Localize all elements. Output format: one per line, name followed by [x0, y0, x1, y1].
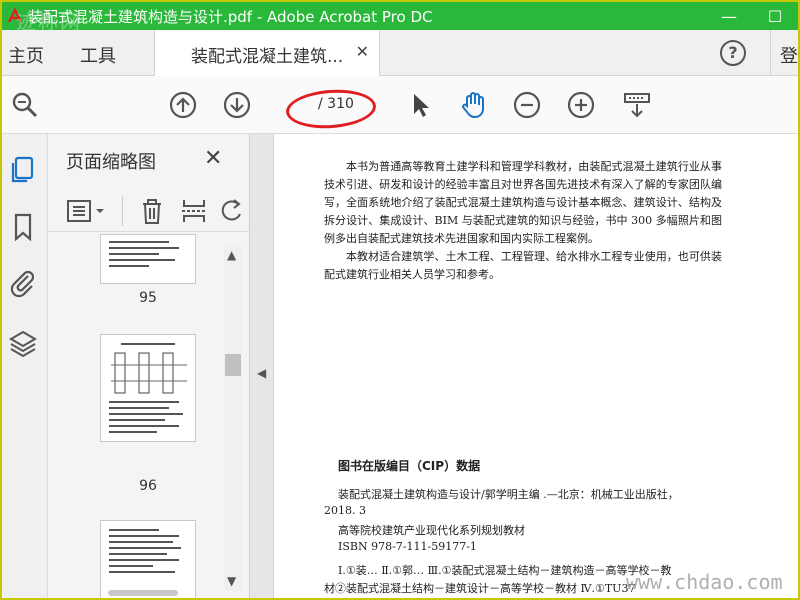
scroll-mode-icon[interactable]	[622, 90, 652, 120]
intro-paragraph: 本书为普通高等教育土建学科和管理学科教材，由装配式混凝土建筑行业从事技术引进、研…	[324, 160, 722, 245]
rotate-page-icon[interactable]	[220, 196, 244, 226]
scroll-down-icon[interactable]: ▼	[227, 574, 236, 588]
select-cursor-icon[interactable]	[404, 90, 434, 120]
bookmark-icon[interactable]	[8, 212, 38, 242]
panel-divider[interactable]: ◀	[250, 134, 274, 598]
thumbnail-list: 95 96	[48, 234, 224, 598]
cip-line: 2018. 3	[324, 504, 366, 517]
site-watermark: www.chdao.com	[626, 570, 783, 594]
thumbnails-panel: 页面缩略图 ✕ 95 96 ▲ ▼	[48, 134, 250, 598]
cip-heading: 图书在版编目（CIP）数据	[338, 459, 481, 473]
scroll-up-icon[interactable]: ▲	[227, 248, 236, 262]
panel-title: 页面缩略图	[66, 152, 156, 173]
cip-line: Ⅰ.①装… Ⅱ.①郭… Ⅲ.①装配式混凝土结构－建筑构造－高等学校－教	[338, 564, 672, 577]
help-icon[interactable]: ?	[720, 40, 746, 66]
tab-document[interactable]: 装配式混凝土建筑... ✕	[154, 30, 380, 76]
page-thumbnail[interactable]	[100, 234, 196, 284]
page-thumbnail[interactable]	[100, 520, 196, 598]
hand-tool-icon[interactable]	[458, 90, 488, 120]
zoom-search-icon[interactable]	[10, 90, 40, 120]
thumbnail-options-icon[interactable]	[66, 198, 110, 224]
panel-toolbar	[48, 190, 250, 232]
layers-icon[interactable]	[8, 328, 38, 358]
attachment-icon[interactable]	[8, 268, 38, 298]
cip-line: 材②装配式混凝土结构－建筑设计－高等学校－教材 Ⅳ.①TU37	[324, 582, 636, 595]
close-panel-icon[interactable]: ✕	[204, 146, 222, 171]
thumbnail-page-number: 96	[139, 478, 157, 494]
minimize-button[interactable]: —	[706, 2, 752, 30]
maximize-button[interactable]: ☐	[752, 2, 798, 30]
audience-paragraph: 本教材适合建筑学、土木工程、工程管理、给水排水工程专业使用，也可供装配式建筑行业…	[324, 250, 722, 281]
navigation-rail	[2, 134, 48, 598]
document-tab-label: 装配式混凝土建筑...	[191, 47, 344, 67]
previous-page-icon[interactable]	[168, 90, 198, 120]
toolbar: / 310	[2, 76, 798, 134]
next-page-icon[interactable]	[222, 90, 252, 120]
thumbnail-page-number: 95	[139, 290, 157, 306]
zoom-out-icon[interactable]	[512, 90, 542, 120]
tab-home[interactable]: 主页	[8, 42, 44, 68]
close-tab-icon[interactable]: ✕	[356, 42, 369, 61]
window-title: 装配式混凝土建筑构造与设计.pdf - Adobe Acrobat Pro DC	[28, 7, 433, 26]
thumbnail-scrollbar[interactable]: ▲ ▼	[224, 244, 242, 590]
divider	[122, 196, 123, 226]
collapse-panel-icon[interactable]: ◀	[257, 366, 266, 380]
title-bar: 装配式混凝土建筑构造与设计.pdf - Adobe Acrobat Pro DC…	[2, 2, 798, 34]
scrollbar-thumb[interactable]	[225, 354, 241, 376]
cip-line: 高等院校建筑产业现代化系列规划教材	[338, 524, 525, 537]
divider	[770, 30, 771, 76]
page-thumbnail[interactable]	[100, 334, 196, 442]
extract-page-icon[interactable]	[180, 196, 208, 226]
tab-bar: 主页 工具 装配式混凝土建筑... ✕ ? 登	[2, 30, 798, 76]
page-thumbnails-icon[interactable]	[8, 154, 38, 184]
cip-line: 装配式混凝土建筑构造与设计/郭学明主编 .—北京：机械工业出版社，	[338, 488, 679, 501]
tab-tools[interactable]: 工具	[80, 42, 116, 68]
document-page: 本书为普通高等教育土建学科和管理学科教材，由装配式混凝土建筑行业从事技术引进、研…	[274, 134, 798, 598]
delete-page-icon[interactable]	[138, 196, 166, 226]
cip-line: ISBN 978-7-111-59177-1	[338, 540, 477, 553]
zoom-in-icon[interactable]	[566, 90, 596, 120]
horizontal-scrollbar-thumb[interactable]	[108, 590, 178, 596]
sign-in-button[interactable]: 登	[780, 42, 798, 68]
